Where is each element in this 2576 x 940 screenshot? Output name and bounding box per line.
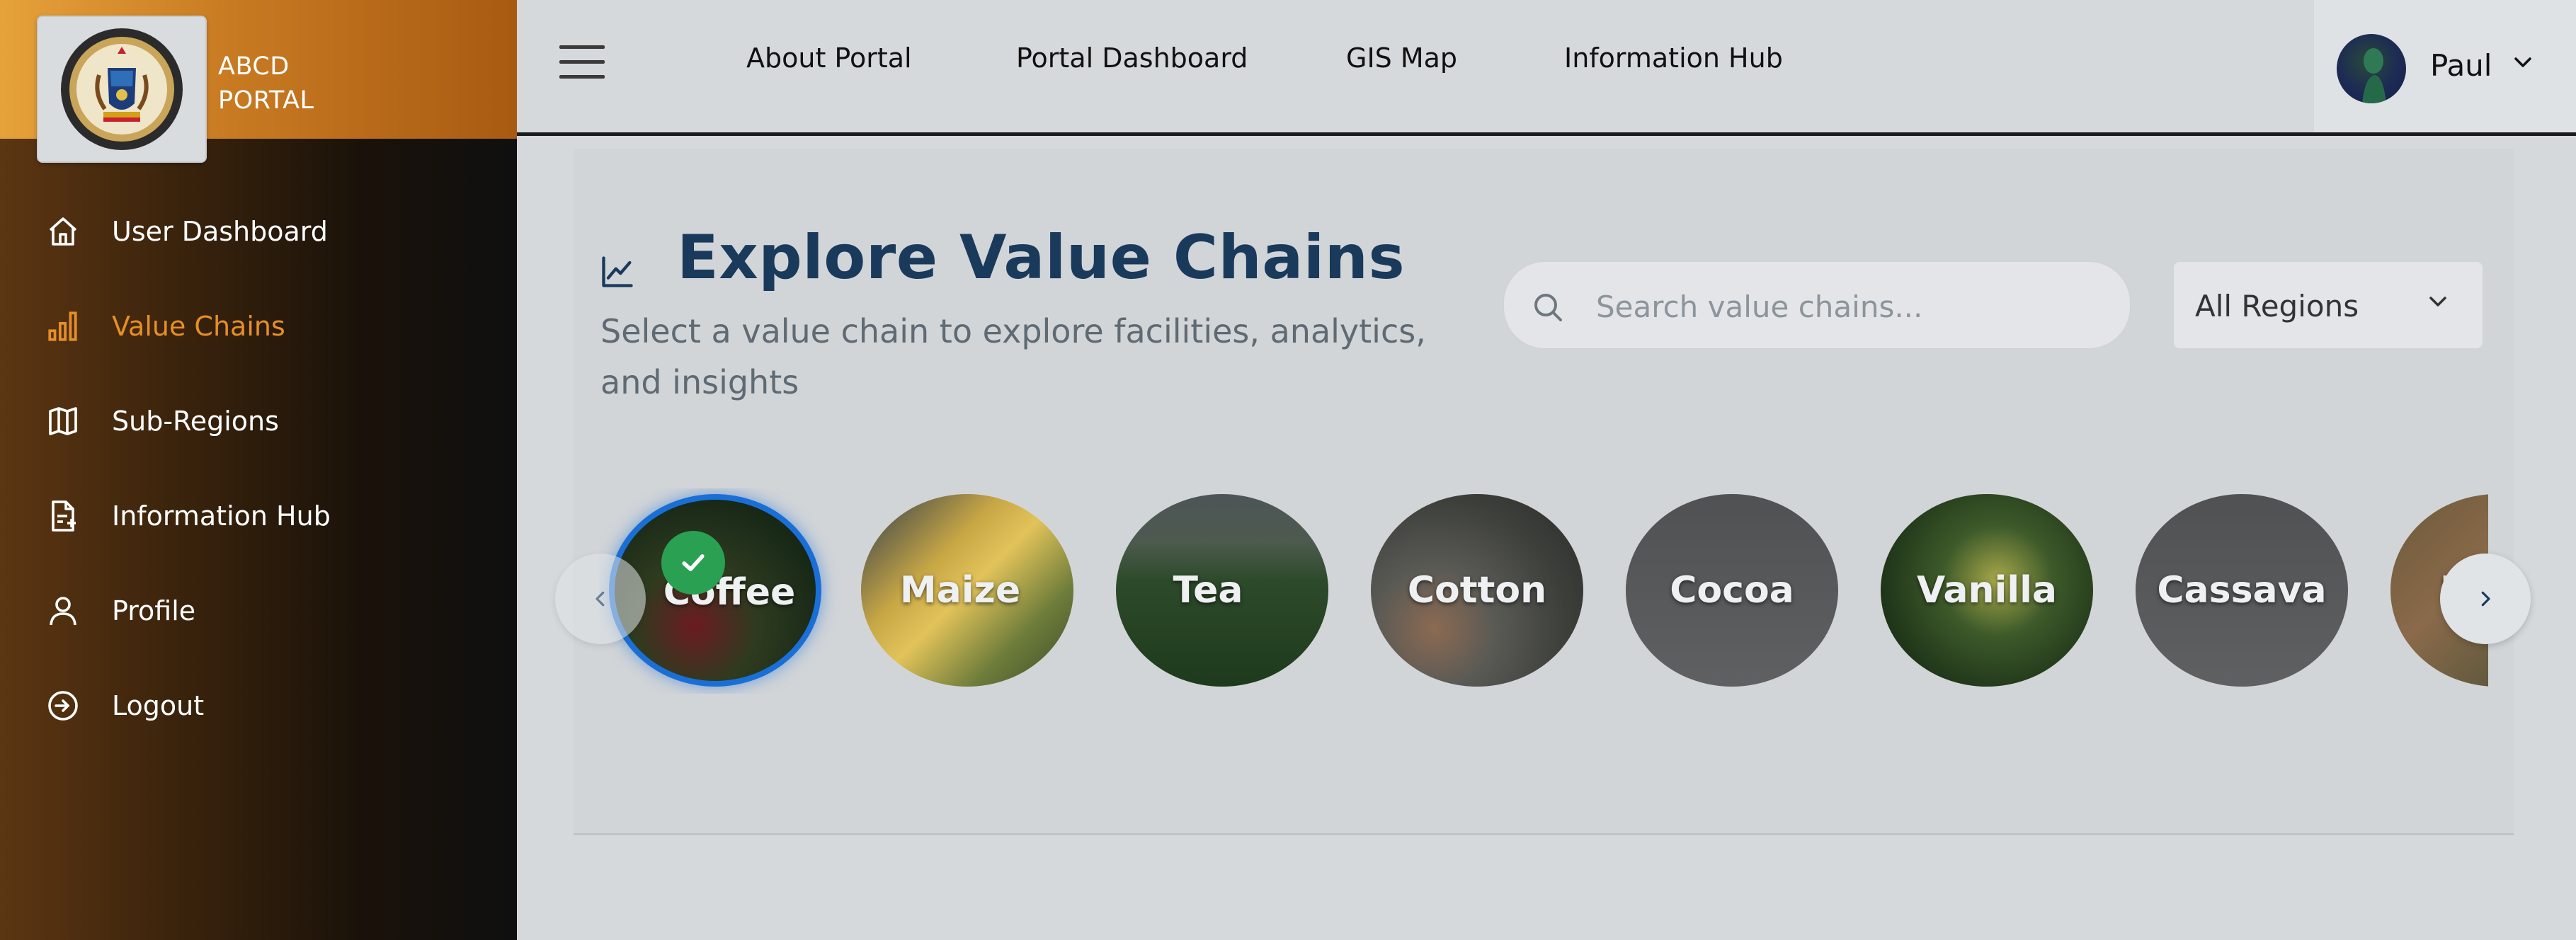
value-chain-vanilla[interactable]: Vanilla: [1881, 494, 2093, 687]
sidebar-item-logout[interactable]: Logout: [0, 658, 517, 753]
sidebar-item-information-hub[interactable]: Information Hub: [0, 469, 517, 563]
topnav-gis-map[interactable]: GIS Map: [1346, 42, 1457, 74]
topnav-portal-dashboard[interactable]: Portal Dashboard: [1016, 42, 1248, 74]
value-chain-label: Cassava: [2157, 569, 2327, 612]
chevron-down-icon: [2427, 294, 2449, 311]
value-chain-cotton[interactable]: Cotton: [1371, 494, 1583, 687]
map-icon: [44, 402, 82, 440]
carousel-next-button[interactable]: [2440, 554, 2531, 644]
brand-line-1: ABCD: [218, 52, 290, 81]
topnav-about-portal[interactable]: About Portal: [746, 42, 912, 74]
sidebar: ABCD PORTAL User Dashboard Value Chains: [0, 0, 517, 940]
search-icon: [1531, 290, 1565, 327]
value-chain-carousel: Coffee Maize Tea Cotton Cocoa Vanilla Ca…: [599, 488, 2488, 694]
trend-chart-icon: [599, 253, 636, 293]
document-icon: [44, 497, 82, 535]
logout-icon: [44, 687, 82, 725]
value-chain-label: Cocoa: [1670, 569, 1794, 612]
sidebar-nav: User Dashboard Value Chains Sub-Regions: [0, 184, 517, 753]
value-chain-tea[interactable]: Tea: [1116, 494, 1328, 687]
search-input[interactable]: [1596, 282, 2106, 331]
brand-header: ABCD PORTAL: [0, 0, 517, 163]
value-chain-label: Tea: [1173, 569, 1243, 612]
region-select-value: All Regions: [2195, 289, 2359, 323]
sidebar-item-label: User Dashboard: [112, 216, 328, 247]
value-chain-label: Cotton: [1407, 569, 1547, 612]
brand-line-2: PORTAL: [218, 86, 314, 115]
value-chain-cassava[interactable]: Cassava: [2136, 494, 2348, 687]
sidebar-item-value-chains[interactable]: Value Chains: [0, 279, 517, 374]
chevron-down-icon: [2512, 55, 2534, 72]
value-chain-maize[interactable]: Maize: [861, 494, 1073, 687]
bar-chart-icon: [44, 307, 82, 345]
sidebar-item-label: Profile: [112, 595, 196, 626]
home-icon: [44, 212, 82, 251]
coat-of-arms-icon: [61, 28, 183, 150]
sidebar-item-label: Value Chains: [112, 311, 285, 342]
avatar: [2337, 34, 2406, 103]
sidebar-item-label: Logout: [112, 690, 205, 721]
value-chains-panel: Explore Value Chains Select a value chai…: [555, 149, 2531, 835]
page-title: Explore Value Chains: [677, 222, 1406, 293]
value-chain-label: Vanilla: [1916, 569, 2058, 612]
user-name: Paul: [2430, 48, 2492, 83]
sidebar-item-label: Sub-Regions: [112, 406, 279, 437]
chevron-left-icon: [595, 591, 605, 607]
logo[interactable]: [37, 16, 207, 163]
user-icon: [44, 592, 82, 630]
value-chain-label: Maize: [899, 569, 1021, 612]
region-select[interactable]: All Regions: [2172, 260, 2484, 350]
selected-check-icon: [661, 531, 725, 595]
page-subtitle: Select a value chain to explore faciliti…: [600, 312, 1426, 401]
chevron-right-icon: [2481, 591, 2490, 607]
carousel-prev-button[interactable]: [555, 554, 646, 644]
sidebar-item-profile[interactable]: Profile: [0, 563, 517, 658]
sidebar-item-user-dashboard[interactable]: User Dashboard: [0, 184, 517, 279]
menu-toggle-icon[interactable]: [559, 45, 605, 85]
topnav-information-hub[interactable]: Information Hub: [1564, 42, 1783, 74]
user-menu[interactable]: Paul: [2314, 0, 2576, 132]
top-bar: About Portal Portal Dashboard GIS Map In…: [517, 0, 2576, 136]
search-box: [1503, 260, 2131, 350]
sidebar-item-sub-regions[interactable]: Sub-Regions: [0, 374, 517, 469]
sidebar-item-label: Information Hub: [112, 500, 331, 532]
brand-title: ABCD PORTAL: [218, 50, 314, 118]
value-chain-cocoa[interactable]: Cocoa: [1626, 494, 1838, 687]
